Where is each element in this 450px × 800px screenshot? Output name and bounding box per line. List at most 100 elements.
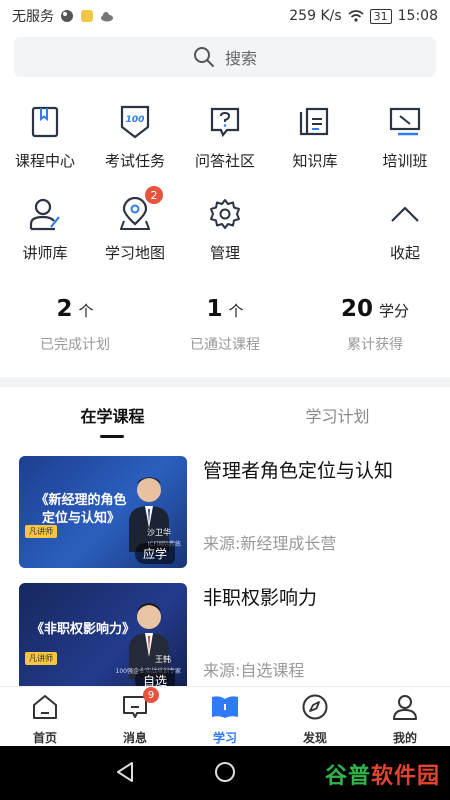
course-type-tag: 应学 xyxy=(134,543,175,564)
message-icon: 9 xyxy=(121,687,159,721)
grid-item-course-center[interactable]: 课程中心 xyxy=(0,100,90,192)
grid-item-learning-map[interactable]: 2 学习地图 xyxy=(90,186,180,284)
thumb-title-line: 《新经理的角色 xyxy=(35,493,127,508)
stat-value: 2 xyxy=(56,296,73,322)
notification-app-icon xyxy=(81,10,93,22)
search-icon xyxy=(193,47,214,67)
watermark-part: 软件园 xyxy=(370,764,440,789)
course-title: 非职权影响力 xyxy=(203,587,318,609)
stat-credits[interactable]: 20 学分 累计获得 xyxy=(300,296,450,360)
stat-caption: 已完成计划 xyxy=(40,337,110,353)
grid-item-lecturer-library[interactable]: 讲师库 xyxy=(0,192,90,284)
thumb-brand: 凡讲师 xyxy=(25,525,57,538)
learning-stats: 2 个 已完成计划 1 个 已通过课程 20 学分 累计获得 xyxy=(0,296,450,360)
profile-icon xyxy=(391,693,419,721)
nav-messages[interactable]: 9 消息 xyxy=(90,687,180,746)
svg-text:100: 100 xyxy=(126,115,145,125)
tab-learning-plan[interactable]: 学习计划 xyxy=(225,395,450,445)
stat-unit: 学分 xyxy=(379,302,410,320)
grid-item-label: 学习地图 xyxy=(104,244,165,262)
grid-item-placeholder xyxy=(270,192,360,284)
tab-active-indicator xyxy=(100,435,124,438)
grid-item-qa-community[interactable]: 问答社区 xyxy=(180,100,270,192)
knowledge-doc-icon xyxy=(297,104,333,140)
nav-home[interactable]: 首页 xyxy=(0,687,90,746)
badge-count: 9 xyxy=(143,687,159,703)
thumb-speaker: 王韩 xyxy=(155,655,171,664)
stat-value: 20 xyxy=(340,296,373,322)
clock: 15:08 xyxy=(397,8,438,24)
thumb-title: 《新经理的角色 定位与认知》 xyxy=(31,492,131,528)
grid-item-collapse[interactable]: 收起 xyxy=(360,192,450,284)
stat-unit: 个 xyxy=(228,302,244,320)
nav-profile[interactable]: 我的 xyxy=(360,687,450,746)
system-navigation-bar: 谷普软件园 xyxy=(0,746,450,800)
home-icon xyxy=(31,693,59,721)
stat-unit: 个 xyxy=(78,302,94,320)
status-bar: 无服务 259 K/s 31 15:08 xyxy=(0,0,450,32)
grid-item-training-class[interactable]: 培训班 xyxy=(360,100,450,192)
earth-icon xyxy=(61,10,73,22)
thumb-title: 《非职权影响力》 xyxy=(31,621,136,639)
book-icon xyxy=(27,104,63,140)
course-card[interactable]: 《非职权影响力》 凡讲师 王韩 100强企业实战培训专家 自选 非职权影响力 来… xyxy=(0,583,450,699)
home-button-icon[interactable] xyxy=(214,761,236,783)
nav-discover[interactable]: 发现 xyxy=(270,687,360,746)
nav-label: 发现 xyxy=(302,731,327,745)
study-book-icon xyxy=(211,693,239,721)
grid-item-label: 收起 xyxy=(389,244,420,262)
watermark-part: 谷普 xyxy=(324,764,371,789)
exam-100-icon: 100 xyxy=(117,104,153,140)
back-icon[interactable] xyxy=(114,761,136,783)
grid-item-label: 考试任务 xyxy=(104,152,165,170)
training-board-icon xyxy=(387,104,423,140)
tab-current-courses[interactable]: 在学课程 xyxy=(0,395,225,445)
course-card[interactable]: 《新经理的角色 定位与认知》 凡讲师 沙卫华 ICF国际教练 应学 管理者角色定… xyxy=(0,456,450,572)
tab-label: 在学课程 xyxy=(80,407,145,426)
compass-icon xyxy=(301,693,329,721)
section-divider xyxy=(0,377,450,387)
nav-label: 我的 xyxy=(392,731,417,745)
course-thumbnail: 《非职权影响力》 凡讲师 王韩 100强企业实战培训专家 自选 xyxy=(19,583,187,695)
stat-caption: 累计获得 xyxy=(347,337,403,353)
carrier-text: 无服务 xyxy=(12,9,54,25)
grid-item-label: 讲师库 xyxy=(22,244,68,262)
grid-item-management[interactable]: 管理 xyxy=(180,192,270,284)
watermark-logo: 谷普软件园 xyxy=(325,758,440,790)
chevron-up-icon xyxy=(387,196,423,232)
map-pin-icon: 2 xyxy=(117,186,163,232)
bottom-navigation: 首页 9 消息 学习 发现 我的 xyxy=(0,686,450,746)
course-title: 管理者角色定位与认知 xyxy=(203,460,394,482)
course-tabs: 在学课程 学习计划 xyxy=(0,395,450,445)
nav-label: 首页 xyxy=(32,731,57,745)
thumb-brand: 凡讲师 xyxy=(25,652,57,665)
grid-item-label: 问答社区 xyxy=(194,152,255,170)
lecturer-icon xyxy=(27,196,63,232)
grid-item-label: 管理 xyxy=(209,244,240,262)
cloud-icon xyxy=(101,12,113,22)
grid-item-label: 课程中心 xyxy=(14,152,75,170)
tab-label: 学习计划 xyxy=(305,407,370,426)
search-bar[interactable]: 搜索 xyxy=(14,37,436,77)
nav-study[interactable]: 学习 xyxy=(180,687,270,746)
stat-value: 1 xyxy=(206,296,223,322)
thumb-speaker: 沙卫华 xyxy=(147,528,171,537)
grid-item-label: 培训班 xyxy=(382,152,428,170)
badge-count: 2 xyxy=(145,186,163,204)
question-bubble-icon xyxy=(207,104,243,140)
nav-label: 学习 xyxy=(212,731,237,745)
grid-item-exam-tasks[interactable]: 100 考试任务 xyxy=(90,100,180,192)
grid-item-label: 知识库 xyxy=(292,152,338,170)
battery-indicator: 31 xyxy=(369,8,392,24)
search-placeholder: 搜索 xyxy=(224,49,257,68)
stat-caption: 已通过课程 xyxy=(190,337,260,353)
nav-label: 消息 xyxy=(122,731,147,745)
feature-grid: 课程中心 100 考试任务 问答社区 知识库 培训班 讲师库 2 学习地图 管理… xyxy=(0,100,450,284)
grid-item-knowledge-base[interactable]: 知识库 xyxy=(270,100,360,192)
stat-completed-plans[interactable]: 2 个 已完成计划 xyxy=(0,296,150,360)
course-source: 来源:自选课程 xyxy=(203,661,305,680)
stat-passed-courses[interactable]: 1 个 已通过课程 xyxy=(150,296,300,360)
gear-icon xyxy=(207,196,243,232)
thumb-title-line: 《非职权影响力》 xyxy=(31,622,136,637)
course-thumbnail: 《新经理的角色 定位与认知》 凡讲师 沙卫华 ICF国际教练 应学 xyxy=(19,456,187,568)
